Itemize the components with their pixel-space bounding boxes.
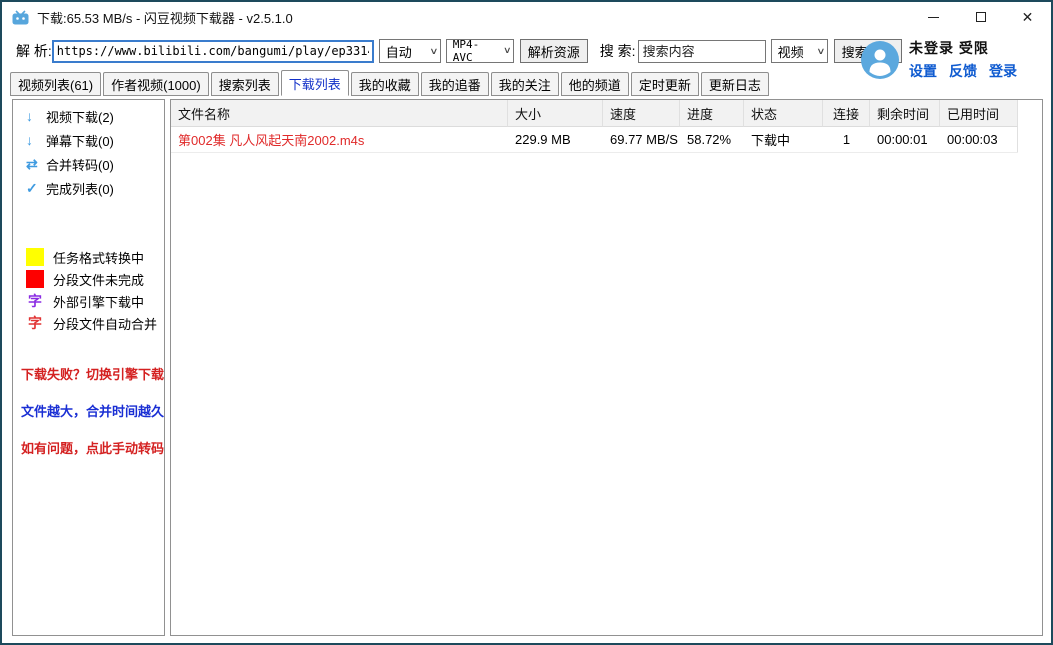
cell-filename: 第002集 凡人风起天南2002.m4s bbox=[171, 127, 508, 152]
quality-select[interactable]: 自动 ∨ bbox=[379, 39, 441, 63]
tab-strip: 视频列表(61) 作者视频(1000) 搜索列表 下载列表 我的收藏 我的追番 … bbox=[10, 70, 769, 96]
titlebar: 下载:65.53 MB/s - 闪豆视频下载器 - v2.5.1.0 ✕ bbox=[2, 2, 1051, 32]
legend-item-segment-incomplete: 分段文件未完成 bbox=[13, 268, 164, 290]
cell-size: 229.9 MB bbox=[508, 127, 603, 152]
tab-my-favorites[interactable]: 我的收藏 bbox=[351, 72, 419, 96]
tab-author-videos[interactable]: 作者视频(1000) bbox=[103, 72, 209, 96]
legend-item-auto-merge: 字 分段文件自动合并 bbox=[13, 312, 164, 334]
table-header: 文件名称 大小 速度 进度 状态 连接 剩余时间 已用时间 bbox=[171, 100, 1042, 127]
col-remaining-time[interactable]: 剩余时间 bbox=[870, 100, 940, 127]
tab-my-bangumi[interactable]: 我的追番 bbox=[421, 72, 489, 96]
window-title: 下载:65.53 MB/s - 闪豆视频下载器 - v2.5.1.0 bbox=[37, 8, 293, 27]
table-row[interactable]: 第002集 凡人风起天南2002.m4s 229.9 MB 69.77 MB/S… bbox=[171, 127, 1018, 153]
chevron-down-icon: ∨ bbox=[805, 46, 825, 57]
sidebar-item-danmaku-download[interactable]: ↓ 弹幕下载(0) bbox=[13, 128, 164, 152]
legend-label: 分段文件自动合并 bbox=[53, 314, 157, 333]
chevron-down-icon: ∨ bbox=[418, 46, 438, 57]
parse-label: 解 析: bbox=[16, 41, 52, 61]
sidebar: ↓ 视频下载(2) ↓ 弹幕下载(0) ⇄ 合并转码(0) ✓ 完成列表(0) … bbox=[12, 99, 165, 636]
col-connections[interactable]: 连接 bbox=[823, 100, 870, 127]
maximize-button[interactable] bbox=[957, 2, 1004, 32]
sidebar-messages: 下载失败？切换引擎下载 文件越大，合并时间越久 如有问题，点此手动转码 bbox=[13, 364, 164, 475]
sidebar-item-label: 完成列表(0) bbox=[46, 179, 114, 198]
app-logo-icon bbox=[12, 10, 29, 25]
tab-his-channel[interactable]: 他的频道 bbox=[561, 72, 629, 96]
col-progress[interactable]: 进度 bbox=[680, 100, 744, 127]
col-filename[interactable]: 文件名称 bbox=[171, 100, 508, 127]
legend-label: 任务格式转换中 bbox=[53, 248, 144, 267]
hint-switch-engine: 下载失败？切换引擎下载 bbox=[13, 364, 164, 384]
cell-progress: 58.72% bbox=[680, 127, 744, 152]
legend-label: 外部引擎下载中 bbox=[53, 292, 144, 311]
search-label: 搜 索: bbox=[600, 41, 636, 61]
account-panel: 未登录 受限 设置 反馈 登录 bbox=[861, 38, 1017, 81]
yellow-swatch-icon bbox=[26, 248, 44, 266]
url-input[interactable] bbox=[52, 40, 374, 63]
close-button[interactable]: ✕ bbox=[1004, 2, 1051, 32]
swap-arrows-icon: ⇄ bbox=[26, 156, 46, 173]
purple-char-icon: 字 bbox=[26, 291, 44, 311]
cell-connections: 1 bbox=[823, 127, 870, 152]
minimize-button[interactable] bbox=[910, 2, 957, 32]
cell-status: 下载中 bbox=[744, 127, 823, 152]
sidebar-item-label: 合并转码(0) bbox=[46, 155, 114, 174]
chevron-down-icon: ∨ bbox=[493, 46, 512, 56]
red-char-icon: 字 bbox=[26, 313, 44, 333]
tab-video-list[interactable]: 视频列表(61) bbox=[10, 72, 101, 96]
cell-speed: 69.77 MB/S bbox=[603, 127, 680, 152]
col-size[interactable]: 大小 bbox=[508, 100, 603, 127]
search-type-value: 视频 bbox=[778, 42, 804, 61]
parse-button[interactable]: 解析资源 bbox=[520, 39, 588, 63]
feedback-link[interactable]: 反馈 bbox=[949, 61, 977, 81]
red-swatch-icon bbox=[26, 270, 44, 288]
settings-link[interactable]: 设置 bbox=[909, 61, 937, 81]
tab-search-list[interactable]: 搜索列表 bbox=[211, 72, 279, 96]
manual-transcode-link[interactable]: 如有问题，点此手动转码 bbox=[13, 438, 164, 458]
tab-changelog[interactable]: 更新日志 bbox=[701, 72, 769, 96]
download-arrow-icon: ↓ bbox=[26, 132, 46, 148]
search-input[interactable] bbox=[638, 40, 766, 63]
legend-item-external-engine: 字 外部引擎下载中 bbox=[13, 290, 164, 312]
tab-download-list[interactable]: 下载列表 bbox=[281, 70, 349, 96]
legend-label: 分段文件未完成 bbox=[53, 270, 144, 289]
tab-scheduled-update[interactable]: 定时更新 bbox=[631, 72, 699, 96]
status-legend: 任务格式转换中 分段文件未完成 字 外部引擎下载中 字 分段文件自动合并 bbox=[13, 246, 164, 334]
hint-merge-time: 文件越大，合并时间越久 bbox=[13, 401, 164, 421]
col-elapsed-time[interactable]: 已用时间 bbox=[940, 100, 1018, 127]
cell-elapsed: 00:00:03 bbox=[940, 127, 1018, 152]
format-select[interactable]: MP4-AVC ∨ bbox=[446, 39, 514, 63]
login-link[interactable]: 登录 bbox=[989, 61, 1017, 81]
legend-item-transcoding: 任务格式转换中 bbox=[13, 246, 164, 268]
format-select-value: MP4-AVC bbox=[453, 38, 496, 64]
download-table: 文件名称 大小 速度 进度 状态 连接 剩余时间 已用时间 第002集 凡人风起… bbox=[170, 99, 1043, 636]
sidebar-nav: ↓ 视频下载(2) ↓ 弹幕下载(0) ⇄ 合并转码(0) ✓ 完成列表(0) bbox=[13, 104, 164, 200]
sidebar-item-label: 弹幕下载(0) bbox=[46, 131, 114, 150]
cell-remaining: 00:00:01 bbox=[870, 127, 940, 152]
sidebar-item-completed-list[interactable]: ✓ 完成列表(0) bbox=[13, 176, 164, 200]
quality-select-value: 自动 bbox=[386, 42, 412, 61]
tab-my-follows[interactable]: 我的关注 bbox=[491, 72, 559, 96]
app-window: 下载:65.53 MB/s - 闪豆视频下载器 - v2.5.1.0 ✕ 解 析… bbox=[0, 0, 1053, 645]
download-arrow-icon: ↓ bbox=[26, 108, 46, 124]
check-icon: ✓ bbox=[26, 180, 46, 197]
sidebar-item-label: 视频下载(2) bbox=[46, 107, 114, 126]
sidebar-item-merge-transcode[interactable]: ⇄ 合并转码(0) bbox=[13, 152, 164, 176]
search-type-select[interactable]: 视频 ∨ bbox=[771, 39, 828, 63]
sidebar-item-video-download[interactable]: ↓ 视频下载(2) bbox=[13, 104, 164, 128]
login-status: 未登录 受限 bbox=[909, 38, 1017, 58]
avatar-icon[interactable] bbox=[861, 41, 899, 79]
col-status[interactable]: 状态 bbox=[744, 100, 823, 127]
col-speed[interactable]: 速度 bbox=[603, 100, 680, 127]
